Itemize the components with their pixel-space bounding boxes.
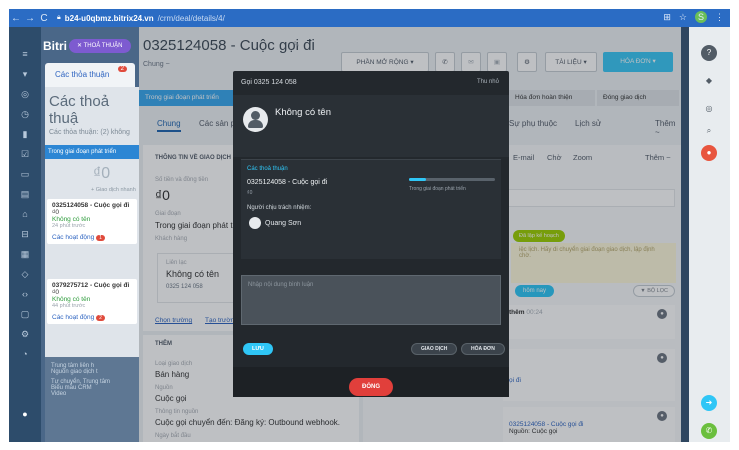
left-icon-rail: ≡ ▾ ◎ ◷ ▮ ☑ ▭ ▤ ⌂ ⊟ ▦ ◇ ‹› ▢ ⚙ ◔ ● — [9, 27, 41, 442]
lock-icon: 🔒︎ — [57, 14, 61, 21]
save-button[interactable]: LƯU — [243, 343, 273, 355]
translate-icon[interactable]: ⊞ — [663, 12, 671, 23]
reload-icon[interactable]: C — [37, 13, 51, 24]
deal-list-subtitle: Các thỏa thuận: (2) không — [49, 129, 130, 136]
cart-icon[interactable]: ⊟ — [19, 229, 31, 239]
activity-label: Các hoạt động — [52, 314, 95, 321]
forward-icon[interactable]: → — [23, 13, 37, 24]
responsible-name[interactable]: Quang Sơn — [265, 220, 301, 227]
deal-card-name: 0325124058 - Cuộc gọi đi — [52, 202, 130, 209]
progress-fill — [409, 178, 427, 181]
column-sum: ₫0 — [93, 165, 111, 182]
deal-name[interactable]: 0325124058 - Cuộc gọi đi — [247, 179, 327, 186]
right-rail: ? ◆ ◎ ⌕ ● ➜ ✆ — [689, 27, 730, 442]
profile-avatar[interactable]: S — [695, 11, 707, 23]
deal-list-footer: Trung tâm liên h Nguồn giao dịch t Tự ch… — [45, 357, 139, 442]
deal-stage-progress — [409, 178, 495, 181]
exit-icon[interactable]: ➜ — [701, 395, 717, 411]
comment-input[interactable]: Nhập nội dung bình luận — [241, 275, 501, 325]
activity-badge: 2 — [96, 315, 105, 321]
help-icon[interactable]: ? — [701, 45, 717, 61]
crm-icon[interactable]: ▤ — [19, 189, 31, 199]
menu-icon[interactable]: ≡ — [19, 49, 31, 59]
deal-stage-label: Trong giai đoạn phát triển — [409, 186, 466, 192]
chat-icon[interactable]: ◎ — [701, 101, 717, 117]
deal-card-time: 44 phút trước — [52, 303, 86, 309]
bell-icon[interactable]: ◆ — [701, 73, 717, 89]
deal-card-contact: Không có tên — [52, 216, 91, 223]
deal-card-amount: ₫0 — [52, 209, 59, 216]
sites-icon[interactable]: ◇ — [19, 269, 31, 279]
chart-icon[interactable]: ▮ — [19, 129, 31, 139]
deal-button[interactable]: GIAO DỊCH — [411, 343, 458, 355]
back-icon[interactable]: ← — [9, 13, 23, 24]
footer-line: Nguồn giao dịch t — [51, 369, 98, 375]
url-path: /crm/deal/details/4/ — [157, 13, 225, 23]
call-contact: Không có tên — [233, 95, 509, 157]
deal-amount: ₫0 — [247, 190, 253, 196]
quick-deal-link[interactable]: + Giao dịch nhanh — [91, 187, 136, 193]
stage-column-header[interactable]: Trong giai đoạn phát triển — [45, 145, 139, 159]
filter-icon[interactable]: ▾ — [19, 69, 31, 79]
deal-card-amount: ₫0 — [52, 289, 59, 296]
deal-card-contact: Không có tên — [52, 296, 91, 303]
call-title: Gọi 0325 124 058 — [241, 79, 297, 86]
activity-badge: 1 — [96, 235, 105, 241]
user-icon[interactable]: ● — [19, 409, 31, 419]
doc-icon[interactable]: ▢ — [19, 309, 31, 319]
url-host: b24-u0qbmz.bitrix24.vn — [64, 13, 154, 23]
deal-card-activity[interactable]: Các hoạt động 2 — [52, 314, 132, 321]
contact-avatar-icon — [243, 107, 268, 132]
deal-card[interactable]: 0325124058 - Cuộc gọi đi ₫0 Không có tên… — [47, 199, 137, 244]
user-avatar-icon[interactable]: ● — [701, 145, 717, 161]
deal-card-name: 0379275712 - Cuộc gọi đi — [52, 282, 130, 289]
deal-section-header: Các thoả thuận — [247, 166, 288, 172]
inbox-icon[interactable]: ▭ — [19, 169, 31, 179]
calendar-icon[interactable]: ▦ — [19, 249, 31, 259]
brand-logo: Bitri — [43, 39, 67, 53]
call-deal-block: Các thoả thuận 0325124058 - Cuộc gọi đi … — [241, 159, 501, 259]
phone-icon[interactable]: ✆ — [701, 423, 717, 439]
call-card-header: Gọi 0325 124 058 Thu nhỏ — [233, 71, 509, 95]
footer-line[interactable]: Video — [51, 391, 133, 397]
responsible-label: Người chịu trách nhiệm: — [247, 205, 312, 211]
minimize-button[interactable]: Thu nhỏ — [477, 79, 499, 85]
settings-icon[interactable]: ◎ — [19, 89, 31, 99]
search-icon[interactable]: ⌕ — [701, 123, 717, 139]
deals-pill-label: THOẢ THUẬN — [83, 43, 123, 49]
deal-card-time: 24 phút trước — [52, 223, 86, 229]
deal-list-panel: Bitri ✕ THOẢ THUẬN Các thỏa thuận 2 Các … — [41, 27, 139, 442]
address-bar[interactable]: 🔒︎ b24-u0qbmz.bitrix24.vn/crm/deal/detai… — [57, 14, 225, 23]
invoice-button[interactable]: HÓA ĐƠN — [461, 343, 505, 355]
deal-card[interactable]: 0379275712 - Cuộc gọi đi ₫0 Không có tên… — [47, 279, 137, 324]
tasks-icon[interactable]: ☑ — [19, 149, 31, 159]
activity-label: Các hoạt động — [52, 234, 95, 241]
gear-icon[interactable]: ⚙ — [19, 329, 31, 339]
responsible-avatar-icon — [249, 217, 261, 229]
deals-tab-label: Các thỏa thuận — [55, 70, 110, 79]
more-menu-icon[interactable]: ⋮ — [715, 12, 724, 23]
deals-pill[interactable]: ✕ THOẢ THUẬN — [69, 39, 131, 53]
deal-card-activity[interactable]: Các hoạt động 1 — [52, 234, 132, 241]
deals-tab-badge: 2 — [117, 66, 127, 72]
star-icon[interactable]: ☆ — [679, 12, 687, 23]
clock-icon[interactable]: ◷ — [19, 109, 31, 119]
browser-toolbar: ← → C 🔒︎ b24-u0qbmz.bitrix24.vn/crm/deal… — [9, 9, 730, 27]
bell-icon[interactable]: ◔ — [19, 349, 31, 359]
call-card: Gọi 0325 124 058 Thu nhỏ Không có tên Cá… — [233, 71, 509, 397]
code-icon[interactable]: ‹› — [19, 289, 31, 299]
deals-tab[interactable]: Các thỏa thuận 2 — [45, 63, 135, 87]
close-call-button[interactable]: ĐÓNG — [349, 378, 393, 396]
shop-icon[interactable]: ⌂ — [19, 209, 31, 219]
deal-list-title: Các thoả thuậ — [49, 93, 110, 127]
call-card-actions: LƯU GIAO DỊCH HÓA ĐƠN — [233, 339, 509, 363]
browser-window: ← → C 🔒︎ b24-u0qbmz.bitrix24.vn/crm/deal… — [9, 9, 730, 442]
contact-name[interactable]: Không có tên — [275, 107, 331, 118]
